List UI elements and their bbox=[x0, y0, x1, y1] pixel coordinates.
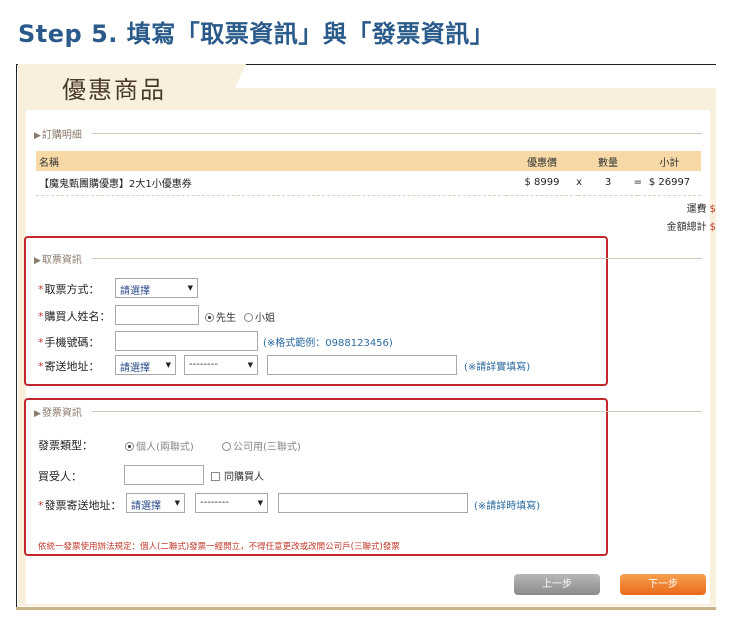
order-table: 名稱 優惠價 數量 小計 【魔鬼甄團購優惠】2大1小優惠券 $ 8999 x 3… bbox=[36, 151, 701, 196]
item-name: 【魔鬼甄團購優惠】2大1小優惠券 bbox=[36, 171, 506, 196]
shipping-fee-row: 運費 $ bbox=[687, 200, 716, 215]
ticket-legend-rule bbox=[92, 258, 702, 259]
chevron-down-icon: ▼ bbox=[165, 361, 171, 369]
chevron-down-icon: ▼ bbox=[257, 499, 263, 507]
order-legend-rule bbox=[92, 133, 702, 134]
invoice-address-input[interactable] bbox=[278, 493, 468, 513]
ticket-district-value: -------- bbox=[189, 359, 218, 370]
phone-input[interactable] bbox=[115, 331, 258, 351]
same-as-buyer-label: 同購買人 bbox=[224, 472, 264, 483]
ticket-city-value: 請選擇 bbox=[120, 363, 150, 374]
invoice-buyer-input[interactable] bbox=[124, 465, 204, 485]
invoice-address-label-text: 發票寄送地址： bbox=[44, 499, 122, 512]
invoice-type-personal-label: 個人(兩聯式) bbox=[136, 442, 194, 453]
required-mark: * bbox=[38, 310, 44, 323]
total-label: 金額總計 bbox=[666, 222, 707, 233]
chevron-down-icon: ▼ bbox=[187, 284, 193, 292]
order-legend: ▶訂購明細 bbox=[34, 126, 82, 141]
required-mark: * bbox=[38, 499, 44, 512]
item-qty: 3 bbox=[604, 177, 612, 189]
radio-unselected-icon bbox=[222, 442, 231, 451]
total-row: 金額總計 $ bbox=[667, 218, 716, 233]
invoice-type-company-radio[interactable]: 公司用(三聯式) bbox=[222, 438, 301, 453]
column-header-subtotal: 小計 bbox=[638, 151, 701, 171]
invoice-type-company-label: 公司用(三聯式) bbox=[233, 442, 301, 453]
invoice-address-hint: (※請詳時填寫) bbox=[474, 501, 541, 512]
shipping-currency: $ bbox=[709, 204, 716, 215]
phone-label: *手機號碼： bbox=[38, 334, 100, 350]
buyer-name-input[interactable] bbox=[115, 305, 199, 325]
item-subtotal: $ 26997 bbox=[638, 171, 701, 196]
step-title: Step 5. 填寫「取票資訊」與「發票資訊」 bbox=[18, 20, 495, 48]
invoice-legend-label: 發票資訊 bbox=[41, 408, 82, 419]
shipping-label: 運費 bbox=[686, 204, 707, 215]
invoice-type-label: 發票類型： bbox=[38, 439, 93, 452]
ticket-address-input[interactable] bbox=[267, 355, 457, 375]
invoice-legend: ▶發票資訊 bbox=[34, 404, 82, 419]
invoice-highlight-box bbox=[24, 398, 608, 556]
invoice-city-value: 請選擇 bbox=[131, 501, 161, 512]
table-row: 【魔鬼甄團購優惠】2大1小優惠券 $ 8999 x 3 = $ 26997 bbox=[36, 171, 701, 196]
pickup-method-label-text: 取票方式： bbox=[44, 283, 100, 296]
triangle-icon: ▶ bbox=[34, 256, 41, 266]
order-table-header: 名稱 優惠價 數量 小計 bbox=[36, 151, 701, 171]
gender-mr-label: 先生 bbox=[216, 313, 236, 324]
ticket-legend-label: 取票資訊 bbox=[41, 255, 82, 266]
invoice-district-value: -------- bbox=[200, 497, 229, 508]
triangle-icon: ▶ bbox=[34, 131, 41, 141]
radio-selected-icon bbox=[125, 442, 134, 451]
page-heading: 優惠商品 bbox=[62, 76, 166, 104]
address-label: *寄送地址： bbox=[38, 358, 100, 374]
required-mark: * bbox=[38, 336, 44, 349]
gender-radio-mr[interactable]: 先生 bbox=[205, 309, 236, 324]
address-label-text: 寄送地址： bbox=[44, 360, 100, 373]
buyer-label: 買受人： bbox=[38, 470, 82, 483]
frame-bottom-border bbox=[16, 607, 716, 610]
column-header-name: 名稱 bbox=[36, 151, 506, 171]
radio-selected-icon bbox=[205, 313, 214, 322]
gender-radio-ms[interactable]: 小姐 bbox=[244, 309, 275, 324]
column-header-price: 優惠價 bbox=[506, 151, 578, 171]
next-step-button[interactable]: 下一步 bbox=[620, 574, 706, 595]
item-qty-cell: 3 = bbox=[578, 171, 642, 196]
pickup-method-value: 請選擇 bbox=[120, 286, 150, 297]
prev-step-button[interactable]: 上一步 bbox=[514, 574, 600, 595]
equals-sign: = bbox=[633, 177, 642, 188]
address-hint: (※請詳實填寫) bbox=[464, 362, 531, 373]
required-mark: * bbox=[38, 360, 44, 373]
radio-unselected-icon bbox=[244, 313, 253, 322]
total-currency: $ bbox=[709, 222, 716, 233]
gender-ms-label: 小姐 bbox=[255, 313, 275, 324]
required-mark: * bbox=[38, 283, 44, 296]
invoice-address-label: *發票寄送地址： bbox=[38, 497, 122, 513]
buyer-name-label: *購買人姓名： bbox=[38, 308, 111, 324]
ticket-legend: ▶取票資訊 bbox=[34, 251, 82, 266]
pickup-method-label: *取票方式： bbox=[38, 281, 100, 297]
ticket-district-select[interactable]: -------- ▼ bbox=[184, 355, 258, 375]
chevron-down-icon: ▼ bbox=[174, 499, 180, 507]
phone-hint: (※格式範例：0988123456) bbox=[263, 338, 393, 349]
invoice-city-select[interactable]: 請選擇 ▼ bbox=[126, 493, 185, 513]
order-legend-label: 訂購明細 bbox=[41, 130, 82, 141]
item-price: $ 8999 bbox=[524, 177, 560, 189]
column-header-qty: 數量 bbox=[578, 151, 638, 171]
buyer-name-label-text: 購買人姓名： bbox=[44, 310, 111, 323]
checkbox-icon bbox=[211, 472, 220, 481]
item-price-cell: $ 8999 x bbox=[506, 171, 582, 196]
invoice-notice: 依統一發票使用辦法規定：個人(二聯式)發票一經開立，不得任意更改或改開公司戶(三… bbox=[38, 542, 400, 552]
invoice-type-personal-radio[interactable]: 個人(兩聯式) bbox=[125, 438, 194, 453]
triangle-icon: ▶ bbox=[34, 409, 41, 419]
invoice-district-select[interactable]: -------- ▼ bbox=[195, 493, 268, 513]
chevron-down-icon: ▼ bbox=[247, 361, 253, 369]
same-as-buyer-checkbox[interactable]: 同購買人 bbox=[211, 468, 264, 483]
ticket-city-select[interactable]: 請選擇 ▼ bbox=[115, 355, 176, 375]
pickup-method-select[interactable]: 請選擇 ▼ bbox=[115, 278, 198, 298]
invoice-legend-rule bbox=[92, 411, 702, 412]
phone-label-text: 手機號碼： bbox=[44, 336, 100, 349]
